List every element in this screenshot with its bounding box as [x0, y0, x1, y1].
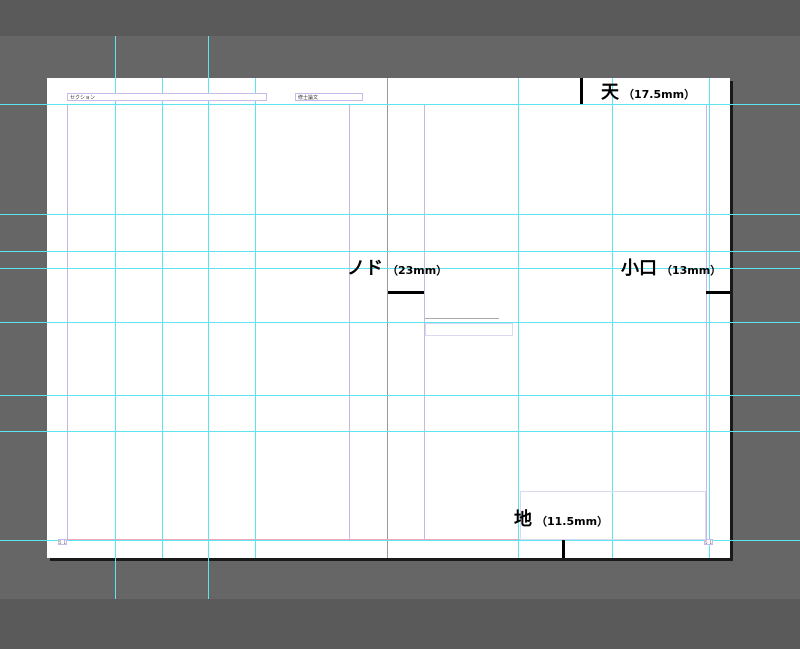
section-text-frame[interactable]: セクション: [67, 93, 267, 101]
fore-edge-annotation: 小口 （13mm）: [621, 254, 721, 280]
spine-line: [387, 78, 388, 558]
row-guide[interactable]: [0, 214, 800, 215]
row-guide[interactable]: [0, 322, 800, 323]
row-guide[interactable]: [0, 540, 800, 541]
row-guide[interactable]: [0, 431, 800, 432]
row-guide[interactable]: [0, 395, 800, 396]
gutter-label: ノド: [347, 258, 383, 279]
top-margin-value: （17.5mm）: [623, 88, 696, 101]
top-margin-annotation: 天 （17.5mm）: [601, 78, 695, 104]
top-margin-bar: [580, 78, 583, 104]
fore-edge-margin-bar: [706, 291, 730, 294]
title-text-frame[interactable]: 修士論文: [295, 93, 363, 101]
nombre-left-label: 5_1: [59, 540, 67, 545]
column-guide[interactable]: [208, 36, 209, 599]
bottom-margin-annotation: 地 （11.5mm）: [514, 505, 608, 531]
gutter-annotation: ノド （23mm）: [347, 254, 447, 280]
column-guide[interactable]: [612, 78, 613, 558]
fore-edge-value: （13mm）: [661, 264, 722, 277]
column-guide[interactable]: [255, 78, 256, 558]
row-guide[interactable]: [0, 104, 800, 105]
column-guide[interactable]: [115, 36, 116, 599]
gutter-value: （23mm）: [387, 264, 448, 277]
column-guide[interactable]: [709, 78, 710, 558]
top-margin-label: 天: [601, 82, 619, 103]
bottom-margin-label: 地: [514, 509, 532, 530]
row-guide[interactable]: [0, 251, 800, 252]
small-text-frame[interactable]: [425, 323, 513, 336]
title-frame-label: 修士論文: [298, 95, 319, 101]
column-guide[interactable]: [162, 78, 163, 558]
bottom-margin-value: （11.5mm）: [536, 515, 609, 528]
nombre-right-label: 5_1: [705, 540, 713, 545]
section-frame-label: セクション: [70, 95, 96, 101]
running-head-rule: [425, 318, 499, 319]
fore-edge-label: 小口: [621, 258, 657, 279]
nombre-left[interactable]: 5_1: [58, 539, 67, 545]
bottom-margin-bar: [562, 540, 565, 558]
page-spread[interactable]: [47, 78, 730, 558]
gutter-margin-bar: [388, 291, 424, 294]
column-guide[interactable]: [518, 78, 519, 558]
